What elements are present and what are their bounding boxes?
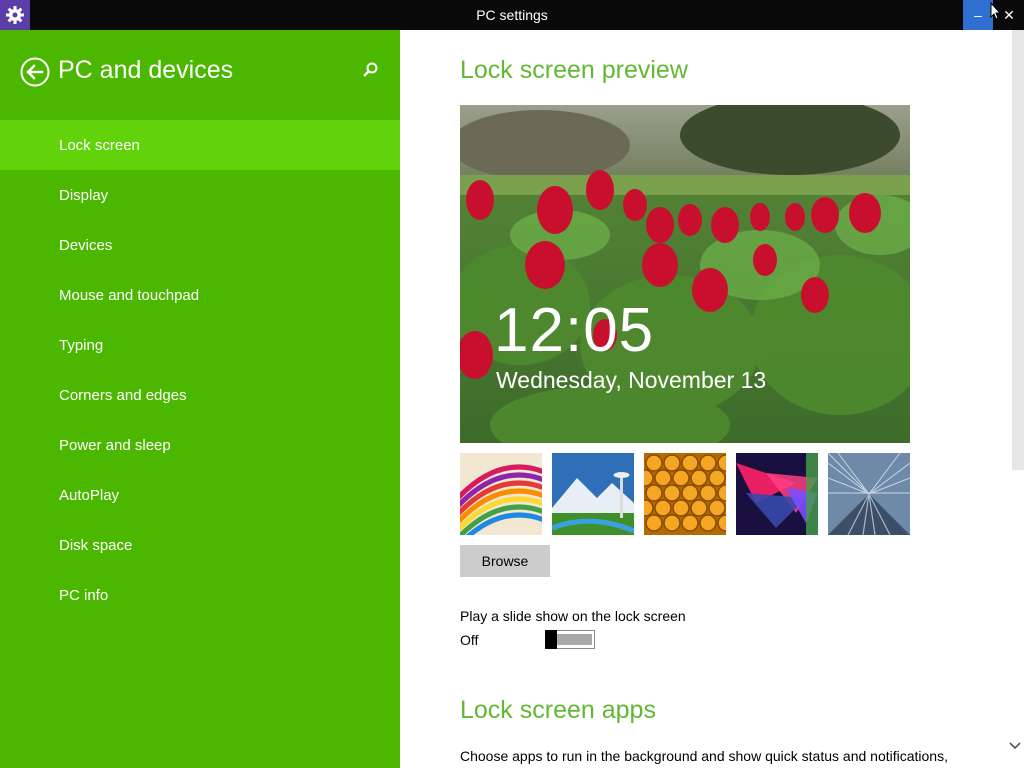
slideshow-toggle[interactable]: [545, 630, 595, 649]
lock-screen-preview-image: 12:05 Wednesday, November 13: [460, 105, 910, 443]
minimize-icon: –: [974, 7, 982, 23]
sidebar-item-lock-screen[interactable]: Lock screen: [0, 120, 400, 170]
title-bar: PC settings – ✕: [0, 0, 1024, 30]
sidebar-item-pc-info[interactable]: PC info: [0, 570, 400, 620]
lock-screen-apps-heading: Lock screen apps: [460, 696, 656, 724]
sidebar-nav: Lock screen Display Devices Mouse and to…: [0, 120, 400, 620]
sidebar-item-devices[interactable]: Devices: [0, 220, 400, 270]
sidebar-item-display[interactable]: Display: [0, 170, 400, 220]
thumbnail-colorful-stripes[interactable]: [460, 453, 542, 535]
back-arrow-icon[interactable]: [20, 57, 50, 87]
sidebar-item-typing[interactable]: Typing: [0, 320, 400, 370]
minimize-button[interactable]: –: [963, 0, 993, 30]
preview-date: Wednesday, November 13: [496, 367, 767, 393]
lock-screen-apps-description: Choose apps to run in the background and…: [460, 748, 948, 764]
lock-screen-preview-heading: Lock screen preview: [460, 56, 688, 84]
sidebar-item-power-and-sleep[interactable]: Power and sleep: [0, 420, 400, 470]
slideshow-label: Play a slide show on the lock screen: [460, 608, 686, 624]
window-title: PC settings: [476, 7, 548, 23]
background-thumbnails: [460, 453, 910, 535]
mouse-cursor-icon: [990, 2, 1000, 20]
close-icon: ✕: [1003, 6, 1015, 23]
thumbnail-abstract-shapes[interactable]: [736, 453, 818, 535]
sidebar-item-autoplay[interactable]: AutoPlay: [0, 470, 400, 520]
slideshow-toggle-state: Off: [460, 632, 479, 648]
thumbnail-railway-tunnel[interactable]: [828, 453, 910, 535]
preview-time: 12:05: [494, 296, 655, 365]
toggle-thumb[interactable]: [545, 630, 557, 649]
main-content: Lock screen preview 12:05 Wednesday, Nov…: [400, 30, 1024, 768]
thumbnail-honeycomb[interactable]: [644, 453, 726, 535]
sidebar: PC and devices Lock screen Display Devic…: [0, 30, 400, 768]
scrollbar-thumb[interactable]: [1012, 30, 1024, 470]
thumbnail-space-needle[interactable]: [552, 453, 634, 535]
browse-button[interactable]: Browse: [460, 545, 550, 577]
sidebar-header: PC and devices: [0, 30, 400, 118]
sidebar-item-disk-space[interactable]: Disk space: [0, 520, 400, 570]
scrollbar[interactable]: [1006, 30, 1024, 768]
sidebar-item-corners-and-edges[interactable]: Corners and edges: [0, 370, 400, 420]
sidebar-item-mouse-and-touchpad[interactable]: Mouse and touchpad: [0, 270, 400, 320]
sidebar-title: PC and devices: [58, 56, 234, 84]
search-icon[interactable]: [360, 60, 380, 80]
scroll-down-icon[interactable]: [1006, 736, 1024, 756]
